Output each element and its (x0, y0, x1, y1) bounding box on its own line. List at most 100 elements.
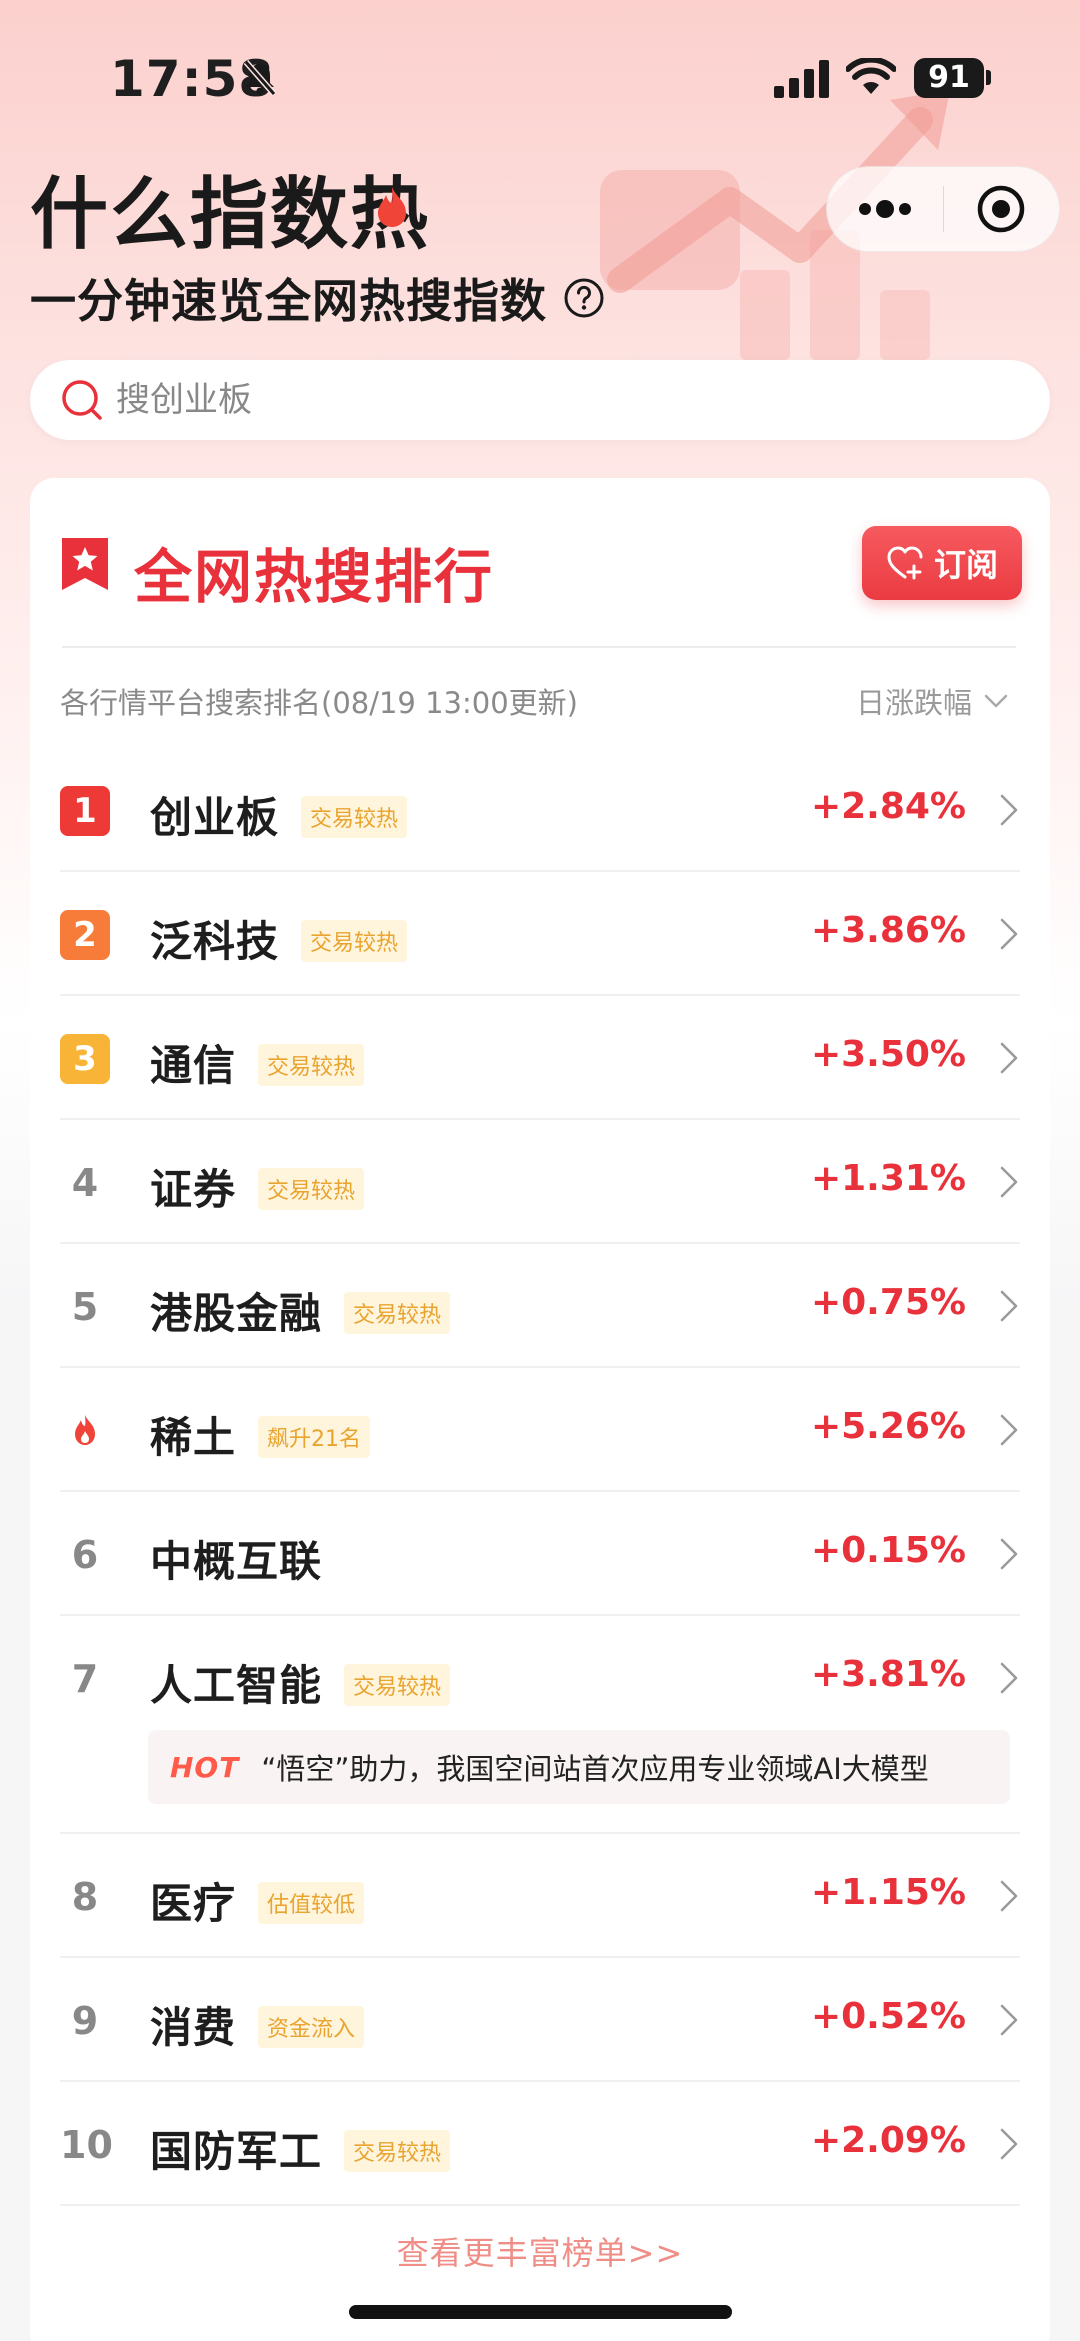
battery-indicator: 91 (914, 58, 984, 98)
index-tag: 交易较热 (258, 1167, 365, 1210)
view-more-link[interactable]: 查看更丰富榜单>> (30, 2228, 1050, 2274)
miniprogram-capsule (826, 166, 1060, 252)
home-indicator (349, 2305, 732, 2319)
daily-change: +3.81% (810, 1654, 966, 1695)
index-tag: 交易较热 (344, 2129, 451, 2172)
rank-number: 5 (71, 1285, 99, 1329)
status-bar: 17:58 91 (0, 0, 1080, 160)
close-miniprogram-button[interactable] (944, 166, 1060, 252)
flame-icon (378, 187, 407, 227)
ranking-row[interactable]: 1 创业板 交易较热 +2.84% (60, 748, 1020, 872)
subscribe-button[interactable]: 订阅 (862, 526, 1022, 600)
bookmark-star-icon (62, 538, 108, 590)
index-name: 消费 资金流入 (150, 1994, 365, 2055)
hot-label: HOT (170, 1750, 240, 1784)
index-tag: 交易较热 (344, 1663, 451, 1706)
chevron-right-icon (1000, 1538, 1018, 1570)
sort-label: 日涨跌幅 (855, 686, 972, 720)
daily-change: +1.31% (810, 1158, 966, 1199)
ranking-row[interactable]: 8 医疗 估值较低 +1.15% (60, 1834, 1020, 1958)
rank-badge: 3 (60, 1034, 110, 1084)
index-name: 中概互联 (150, 1537, 323, 1586)
chevron-right-icon (1000, 1662, 1018, 1694)
chevron-right-icon (1000, 2004, 1018, 2036)
chevron-right-icon (1000, 1880, 1018, 1912)
chevron-right-icon (1000, 794, 1018, 826)
wifi-icon (846, 58, 896, 94)
ranking-row[interactable]: 9 消费 资金流入 +0.52% (60, 1958, 1020, 2082)
rank-number: 8 (71, 1875, 99, 1919)
ranking-row[interactable]: 2 泛科技 交易较热 +3.86% (60, 872, 1020, 996)
index-tag: 估值较低 (258, 1881, 365, 1924)
daily-change: +2.09% (810, 2120, 966, 2161)
daily-change: +0.52% (810, 1996, 966, 2037)
more-options-button[interactable] (827, 166, 943, 252)
subtitle-row: 一分钟速览全网热搜指数 (30, 265, 605, 331)
ranking-card: 全网热搜排行 订阅 各行情平台搜索排名(08/19 13:00更新) 日涨跌幅 … (30, 478, 1050, 2341)
search-icon (62, 380, 102, 420)
page-header: 什么指数热 一分钟速览全网热搜指数 (30, 165, 605, 331)
flame-icon (75, 1415, 95, 1445)
ranking-card-header: 全网热搜排行 订阅 (30, 478, 1050, 648)
news-headline: “悟空”助力，我国空间站首次应用专业领域AI大模型 (261, 1752, 929, 1786)
ranking-row[interactable]: 5 港股金融 交易较热 +0.75% (60, 1244, 1020, 1368)
index-tag: 飙升21名 (258, 1415, 371, 1458)
target-close-icon (978, 185, 1025, 233)
cellular-signal-icon (774, 60, 829, 98)
ranking-row[interactable]: 稀土 飙升21名 +5.26% (60, 1368, 1020, 1492)
sort-dropdown[interactable]: 日涨跌幅 (856, 680, 1010, 722)
index-name: 人工智能 交易较热 (150, 1652, 451, 1713)
ranking-row[interactable]: 7 人工智能 交易较热 +3.81% HOT “悟空”助力，我国空间站首次应用专业… (60, 1616, 1020, 1834)
battery-tip (986, 70, 991, 85)
daily-change: +0.15% (810, 1530, 966, 1571)
rank-number: 6 (71, 1533, 99, 1577)
index-name: 国防军工 交易较热 (150, 2118, 451, 2179)
app-title-row: 什么指数热 (30, 165, 605, 265)
daily-change: +2.84% (810, 786, 966, 827)
index-name: 泛科技 交易较热 (150, 908, 408, 969)
search-bar[interactable] (30, 360, 1050, 440)
rank-number: 10 (60, 2123, 113, 2167)
daily-change: +0.75% (810, 1282, 966, 1323)
update-note: 各行情平台搜索排名(08/19 13:00更新) (60, 686, 578, 720)
bell-muted-icon (243, 60, 277, 96)
index-tag: 交易较热 (301, 919, 408, 962)
chevron-right-icon (1000, 1042, 1018, 1074)
more-dots-icon (858, 200, 911, 218)
ranking-title: 全网热搜排行 (134, 543, 495, 611)
daily-change: +3.86% (810, 910, 966, 951)
search-input[interactable] (116, 380, 996, 420)
index-tag: 资金流入 (258, 2005, 365, 2048)
subscribe-label: 订阅 (933, 546, 998, 584)
app-title: 什么指数热 (30, 170, 431, 260)
chevron-right-icon (1000, 1414, 1018, 1446)
ranking-row[interactable]: 4 证券 交易较热 +1.31% (60, 1120, 1020, 1244)
daily-change: +1.15% (810, 1872, 966, 1913)
chevron-right-icon (1000, 1290, 1018, 1322)
index-tag: 交易较热 (258, 1043, 365, 1086)
index-name: 医疗 估值较低 (150, 1870, 365, 1931)
daily-change: +3.50% (810, 1034, 966, 1075)
help-icon[interactable] (563, 277, 605, 319)
index-tag: 交易较热 (301, 795, 408, 838)
index-name: 港股金融 交易较热 (150, 1280, 451, 1341)
daily-change: +5.26% (810, 1406, 966, 1447)
ranking-row[interactable]: 3 通信 交易较热 +3.50% (60, 996, 1020, 1120)
chevron-down-icon (984, 694, 1008, 708)
heart-plus-icon (887, 546, 923, 580)
rank-number: 7 (71, 1657, 99, 1701)
index-name: 稀土 飙升21名 (150, 1404, 371, 1465)
ranking-list: 1 创业板 交易较热 +2.84% 2 泛科技 交易较热 +3.86% 3 通信 交易… (30, 748, 1050, 2206)
rank-number: 9 (71, 1999, 99, 2043)
rank-badge: 1 (60, 786, 110, 836)
rank-badge: 2 (60, 910, 110, 960)
ranking-row[interactable]: 10 国防军工 交易较热 +2.09% (60, 2082, 1020, 2206)
chevron-right-icon (1000, 918, 1018, 950)
rank-number: 4 (71, 1161, 99, 1205)
hot-news-item[interactable]: HOT “悟空”助力，我国空间站首次应用专业领域AI大模型 (148, 1730, 1010, 1804)
chevron-right-icon (1000, 1166, 1018, 1198)
index-tag: 交易较热 (344, 1291, 451, 1334)
index-name: 通信 交易较热 (150, 1032, 365, 1093)
index-name: 创业板 交易较热 (150, 784, 408, 845)
ranking-row[interactable]: 6 中概互联 +0.15% (60, 1492, 1020, 1616)
